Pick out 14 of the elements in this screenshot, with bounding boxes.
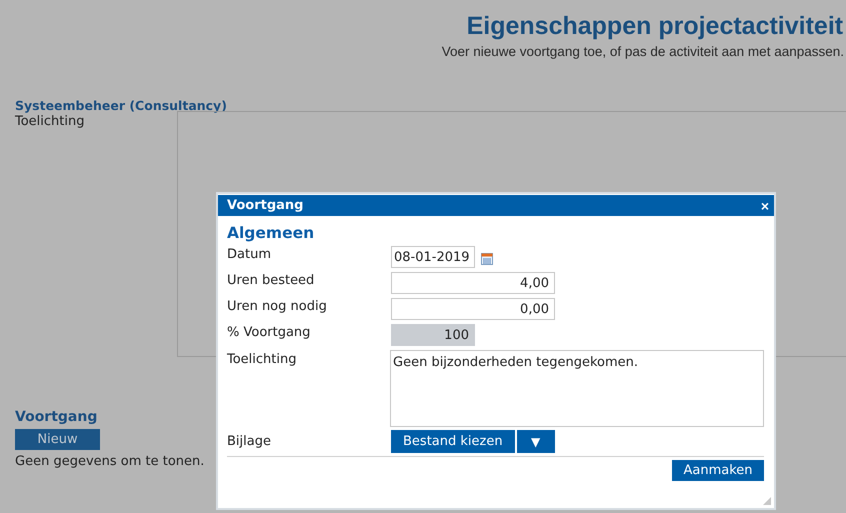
page-title: Eigenschappen projectactiviteit [466,11,844,42]
empty-message: Geen gegevens om te tonen. [15,454,204,469]
section-heading: Algemeen [227,224,316,242]
field-label: Toelichting [15,113,86,131]
field-label: Datum [227,246,272,264]
dialog-title: Voortgang [227,198,304,213]
field-label: Uren nog nodig [227,298,328,316]
field-label: Bijlage [227,433,272,451]
page-subtitle: Voer nieuwe voortgang toe, of pas de activiteit aan met aanpassen. [442,44,844,60]
field-label: Toelichting [227,351,298,369]
activity-heading: Systeembeheer (Consultancy) [15,98,228,113]
section-heading: Voortgang [15,409,98,425]
field-label: % Voortgang [227,324,312,342]
field-label: Uren besteed [227,272,316,290]
